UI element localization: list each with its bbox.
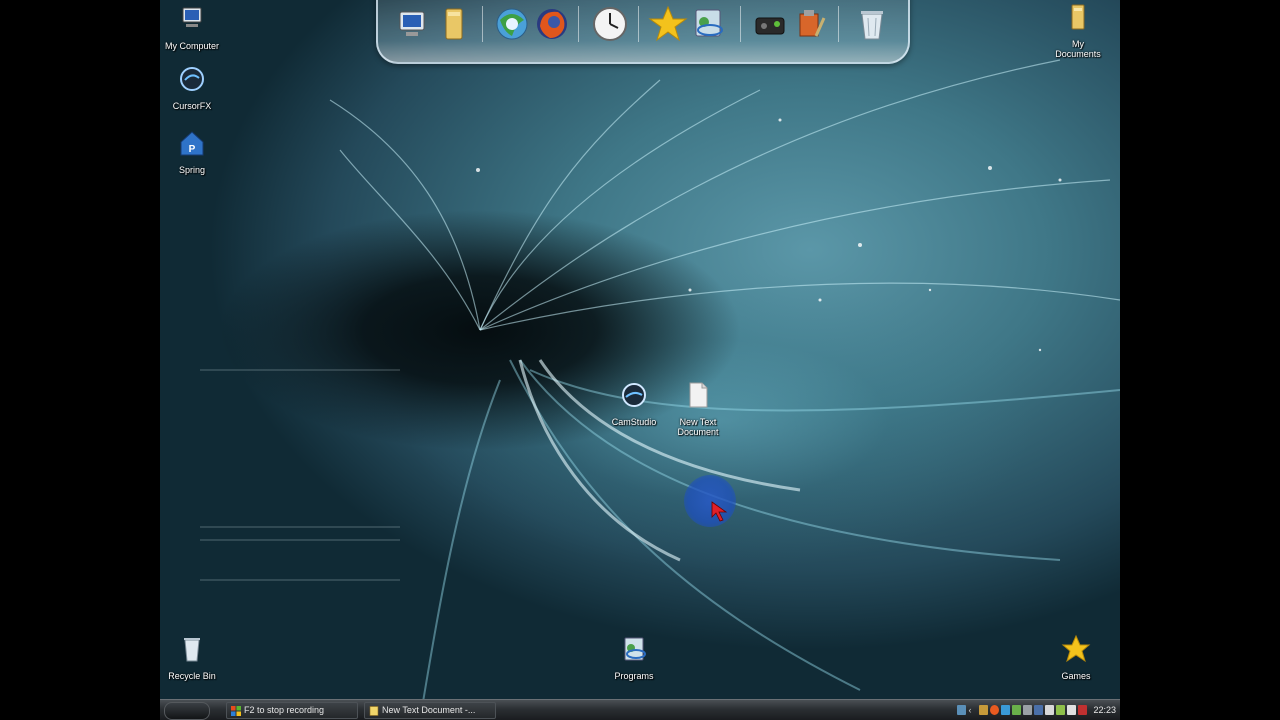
desktop-icon-label: CursorFX: [172, 101, 212, 111]
desktop-icon-label: New Text Document: [677, 417, 719, 437]
desktop-icon-recycle-bin[interactable]: Recycle Bin: [160, 634, 232, 681]
favorites-star-icon[interactable]: [648, 4, 688, 44]
taskbar-button-recording[interactable]: F2 to stop recording: [226, 702, 358, 719]
tray-record-icon[interactable]: [990, 705, 1000, 715]
desktop-icon-label: Programs: [614, 671, 654, 681]
desktop-icon-programs[interactable]: Programs: [594, 634, 674, 681]
dock-separator: [740, 6, 741, 42]
tray-speaker-icon[interactable]: [1056, 705, 1066, 715]
desktop-icon-games[interactable]: Games: [1036, 634, 1116, 681]
tools-icon[interactable]: [790, 4, 830, 44]
system-tray: ‹ 22:23: [957, 702, 1116, 718]
tray-alert-icon[interactable]: [1078, 705, 1088, 715]
wallpaper: [200, 59, 1120, 720]
spring-icon: P: [180, 131, 204, 156]
folder-icon: [1071, 4, 1085, 30]
taskbar-button-label: New Text Document -...: [382, 705, 476, 715]
taskbar: F2 to stop recording New Text Document -…: [160, 699, 1120, 720]
star-icon: [1061, 634, 1091, 663]
recycle-bin-icon: [184, 638, 200, 662]
recycle-bin-icon[interactable]: [852, 4, 892, 44]
dock-separator: [578, 6, 579, 42]
tray-volume-icon[interactable]: [1023, 705, 1033, 715]
desktop-icon-label: Spring: [178, 165, 205, 175]
cursorfx-icon: [180, 67, 204, 91]
documents-icon[interactable]: [434, 4, 474, 44]
tray-network-icon[interactable]: [1001, 705, 1011, 715]
firefox-icon[interactable]: [532, 4, 572, 44]
desktop-icon-label: Games: [1061, 671, 1091, 681]
tray-security-icon[interactable]: [1012, 705, 1022, 715]
svg-text:P: P: [189, 144, 196, 155]
cursor-arrow-icon: [711, 501, 728, 522]
desktop-icon-label: My Documents: [1055, 39, 1101, 59]
tray-usb-icon[interactable]: [1045, 705, 1055, 715]
desktop-screen: My Computer CursorFX P Spring My Documen…: [160, 0, 1120, 720]
dock-separator: [482, 6, 483, 42]
desktop-icon-label: Recycle Bin: [168, 671, 216, 681]
desktop-icon-spring[interactable]: P Spring: [160, 128, 232, 175]
dock-separator: [838, 6, 839, 42]
tray-expand-icon[interactable]: ‹: [968, 705, 977, 715]
desktop-icon-my-documents[interactable]: My Documents: [1038, 2, 1118, 59]
desktop-icon-new-text-document[interactable]: New Text Document: [658, 380, 738, 437]
computer-icon[interactable]: [392, 4, 432, 44]
tray-app-icon[interactable]: [979, 705, 989, 715]
windows-icon: [231, 705, 241, 716]
taskbar-button-label: F2 to stop recording: [244, 705, 325, 715]
browser-icon[interactable]: [492, 4, 532, 44]
clock-icon[interactable]: [590, 4, 630, 44]
computer-icon: [182, 7, 202, 27]
dock-separator: [638, 6, 639, 42]
text-document-icon: [689, 382, 708, 408]
desktop-icon-cursorfx[interactable]: CursorFX: [160, 64, 232, 111]
desktop-icon-my-computer[interactable]: My Computer: [160, 4, 232, 51]
notepad-icon: [369, 705, 379, 716]
media-icon[interactable]: [688, 4, 728, 44]
dock: [376, 0, 910, 64]
tray-battery-icon[interactable]: [1067, 705, 1077, 715]
show-desktop-icon[interactable]: [957, 705, 967, 715]
taskbar-clock[interactable]: 22:23: [1093, 705, 1116, 715]
games-icon[interactable]: [750, 4, 790, 44]
start-button[interactable]: [164, 702, 210, 720]
taskbar-button-notepad[interactable]: New Text Document -...: [364, 702, 496, 719]
tray-display-icon[interactable]: [1034, 705, 1044, 715]
programs-icon: [624, 637, 646, 661]
desktop-icon-label: My Computer: [164, 41, 219, 51]
camstudio-icon: [622, 383, 646, 407]
